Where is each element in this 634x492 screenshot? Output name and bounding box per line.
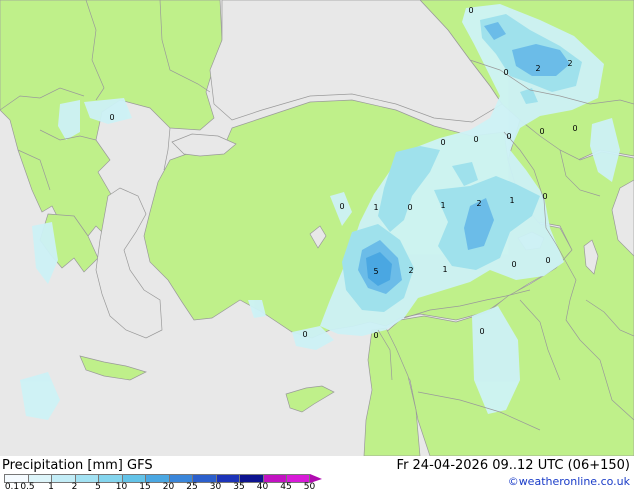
value-label: 0	[473, 135, 478, 144]
value-label: 1	[373, 203, 378, 212]
value-label: 5	[373, 267, 378, 276]
value-label: 0	[440, 138, 445, 147]
value-label: 0	[339, 202, 344, 211]
precipitation-map: 0 0 0 2 2 0 0 0 0 0 1 0 1 2 1 0 0 5 2 1 …	[0, 0, 634, 456]
value-label: 0	[506, 132, 511, 141]
value-label: 0	[545, 256, 550, 265]
value-label: 0	[407, 203, 412, 212]
value-label: 0	[373, 331, 378, 340]
value-label: 0	[302, 330, 307, 339]
value-label: 0	[539, 127, 544, 136]
value-label: 0	[479, 327, 484, 336]
value-label: 2	[567, 59, 572, 68]
value-label: 0	[109, 113, 114, 122]
value-label: 1	[442, 265, 447, 274]
value-label: 0	[572, 124, 577, 133]
value-label: 2	[476, 199, 481, 208]
value-label: 2	[408, 266, 413, 275]
value-label: 1	[509, 196, 514, 205]
value-label: 2	[535, 64, 540, 73]
value-label: 0	[503, 68, 508, 77]
value-label: 0	[511, 260, 516, 269]
value-label: 1	[440, 201, 445, 210]
map-footer: Precipitation [mm] GFS Fr 24-04-2026 09.…	[0, 456, 634, 492]
map-title: Precipitation [mm] GFS	[2, 458, 153, 473]
value-label: 0	[542, 192, 547, 201]
value-label: 0	[468, 6, 473, 15]
run-info: Fr 24-04-2026 09..12 UTC (06+150)	[396, 458, 630, 473]
